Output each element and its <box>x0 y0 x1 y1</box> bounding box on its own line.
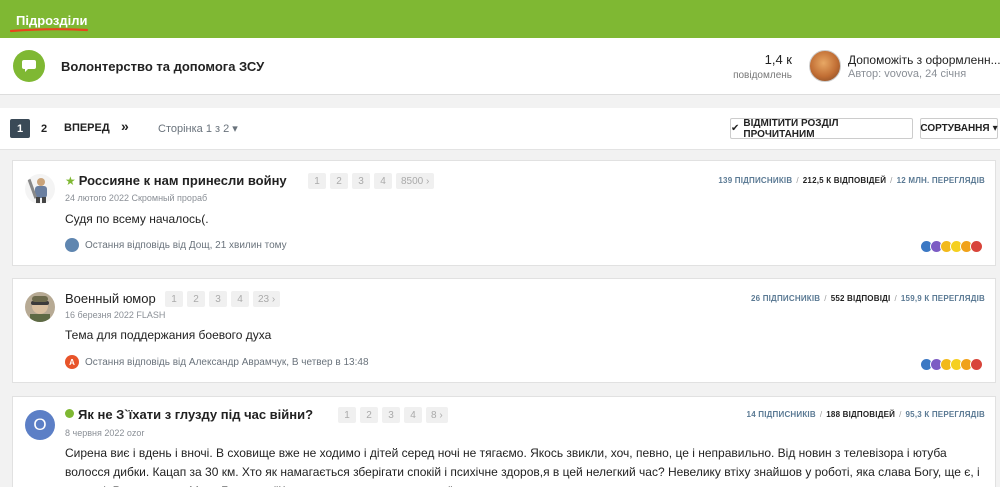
chevron-down-icon: ▾ <box>232 123 238 135</box>
last-post-meta: Автор: vovova, 24 січня <box>848 68 967 80</box>
views-count: 159,9 К ПЕРЕГЛЯДІВ <box>900 294 985 303</box>
topic-meta: 8 червня 2022 ozor <box>65 428 145 438</box>
topic-page-link[interactable]: 23 › <box>253 291 281 307</box>
topic-title[interactable]: Як не З`їхати з глузду під час війни? <box>65 407 313 422</box>
avatar-letter: O <box>33 415 47 434</box>
topic-meta: 16 березня 2022 FLASH <box>65 310 166 320</box>
views-count: 95,3 К ПЕРЕГЛЯДІВ <box>905 410 985 419</box>
topic-row: O Як не З`їхати з глузду під час війни? … <box>12 396 996 487</box>
section-header-bar: Підрозділи <box>0 0 1000 38</box>
subscribers-count: 14 ПІДПИСНИКІВ <box>746 410 816 419</box>
topic-stats: 26 ПІДПИСНИКІВ/552 ВІДПОВІДІ/159,9 К ПЕР… <box>750 294 985 303</box>
avatar[interactable] <box>25 174 55 204</box>
last-page-button[interactable]: » <box>121 118 129 134</box>
topic-page-link[interactable]: 3 <box>382 407 400 423</box>
topic-title-text: Россияне к нам принесли войну <box>78 173 287 188</box>
subscribers-count: 139 ПІДПИСНИКІВ <box>718 176 793 185</box>
topic-stats: 139 ПІДПИСНИКІВ/212,5 К ВІДПОВІДЕЙ/12 МЛ… <box>718 176 985 185</box>
topic-meta: 24 лютого 2022 Скромный прораб <box>65 193 208 203</box>
subforum-title[interactable]: Волонтерство та допомога ЗСУ <box>61 59 264 74</box>
topic-page-link[interactable]: 8 › <box>426 407 448 423</box>
views-count: 12 МЛН. ПЕРЕГЛЯДІВ <box>896 176 985 185</box>
last-reply-text: Остання відповідь від Александр Аврамчук… <box>85 356 369 368</box>
topic-page-link[interactable]: 1 <box>165 291 183 307</box>
last-reply[interactable]: A Остання відповідь від Александр Аврамч… <box>65 355 369 369</box>
last-reply[interactable]: Остання відповідь від Дощ, 21 хвилин том… <box>65 238 287 252</box>
topic-page-link[interactable]: 2 <box>360 407 378 423</box>
avatar[interactable] <box>809 50 841 82</box>
reactions[interactable] <box>920 240 983 253</box>
subforum-row: Волонтерство та допомога ЗСУ 1,4 к повід… <box>0 38 1000 95</box>
avatar[interactable]: O <box>25 410 55 440</box>
topic-excerpt: Судя по всему началось(. <box>65 212 209 226</box>
pagination-toolbar: 1 2 ВПЕРЕД » Сторінка 1 з 2 ▾ ✔ ВІДМІТИТ… <box>0 108 1000 150</box>
topic-title-text: Як не З`їхати з глузду під час війни? <box>78 407 314 422</box>
chevron-down-icon: ▾ <box>992 123 998 134</box>
avatar <box>65 238 79 252</box>
topic-page-link[interactable]: 4 <box>374 173 392 189</box>
replies-count: 212,5 К ВІДПОВІДЕЙ <box>802 176 887 185</box>
topic-page-link[interactable]: 1 <box>338 407 356 423</box>
checkmark-icon: ✔ <box>731 123 740 134</box>
reactions[interactable] <box>920 358 983 371</box>
star-icon: ★ <box>65 174 76 188</box>
subscribers-count: 26 ПІДПИСНИКІВ <box>750 294 821 303</box>
topic-excerpt: Сирена виє і вдень і вночі. В сховище вж… <box>65 446 980 487</box>
unread-dot-icon <box>65 409 74 418</box>
topic-page-link[interactable]: 2 <box>330 173 348 189</box>
last-reply-text: Остання відповідь від Дощ, 21 хвилин том… <box>85 239 287 251</box>
topic-excerpt: Тема для поддержания боевого духа <box>65 328 272 342</box>
topic-page-link[interactable]: 4 <box>404 407 422 423</box>
posts-stat: 1,4 к повідомлень <box>718 52 792 81</box>
topic-page-link[interactable]: 3 <box>352 173 370 189</box>
topic-page-link[interactable]: 3 <box>209 291 227 307</box>
topic-pages: 1 2 3 4 8 › <box>338 407 448 423</box>
replies-count: 552 ВІДПОВІДІ <box>830 294 891 303</box>
posts-label: повідомлень <box>733 70 792 81</box>
forward-button[interactable]: ВПЕРЕД <box>64 122 110 134</box>
topic-page-link[interactable]: 1 <box>308 173 326 189</box>
chat-bubble-icon <box>13 50 45 82</box>
angry-reaction-icon <box>970 358 983 371</box>
topic-title[interactable]: Военный юмор <box>65 291 156 306</box>
sort-label: СОРТУВАННЯ <box>920 123 990 134</box>
last-post-title[interactable]: Допоможіть з оформленн... <box>848 53 1000 67</box>
mark-read-label: ВІДМІТИТИ РОЗДІЛ ПРОЧИТАНИМ <box>743 117 839 140</box>
avatar: A <box>65 355 79 369</box>
topic-pages: 1 2 3 4 8500 › <box>308 173 435 189</box>
topic-page-link[interactable]: 2 <box>187 291 205 307</box>
mark-read-button[interactable]: ✔ ВІДМІТИТИ РОЗДІЛ ПРОЧИТАНИМ <box>730 117 913 140</box>
page-of-label: Сторінка 1 з 2 <box>158 123 230 135</box>
topic-pages: 1 2 3 4 23 › <box>165 291 281 307</box>
sort-button[interactable]: СОРТУВАННЯ ▾ <box>920 118 998 139</box>
angry-reaction-icon <box>970 240 983 253</box>
replies-count: 188 ВІДПОВІДЕЙ <box>826 410 896 419</box>
section-title[interactable]: Підрозділи <box>16 13 88 28</box>
page-2-button[interactable]: 2 <box>34 119 54 138</box>
posts-count: 1,4 к <box>764 52 792 67</box>
topic-row: ★ Россияне к нам принесли войну 1 2 3 4 8… <box>12 160 996 266</box>
avatar[interactable] <box>25 292 55 322</box>
topic-row: Военный юмор 1 2 3 4 23 › 16 березня 202… <box>12 278 996 383</box>
page-1-button[interactable]: 1 <box>10 119 30 138</box>
topic-page-link[interactable]: 8500 › <box>396 173 435 189</box>
handwritten-underline <box>10 28 88 33</box>
topic-page-link[interactable]: 4 <box>231 291 249 307</box>
topic-stats: 14 ПІДПИСНИКІВ/188 ВІДПОВІДЕЙ/95,3 К ПЕР… <box>746 410 985 419</box>
page-jump-dropdown[interactable]: Сторінка 1 з 2 ▾ <box>158 122 238 135</box>
topic-title[interactable]: ★ Россияне к нам принесли войну <box>65 173 287 188</box>
